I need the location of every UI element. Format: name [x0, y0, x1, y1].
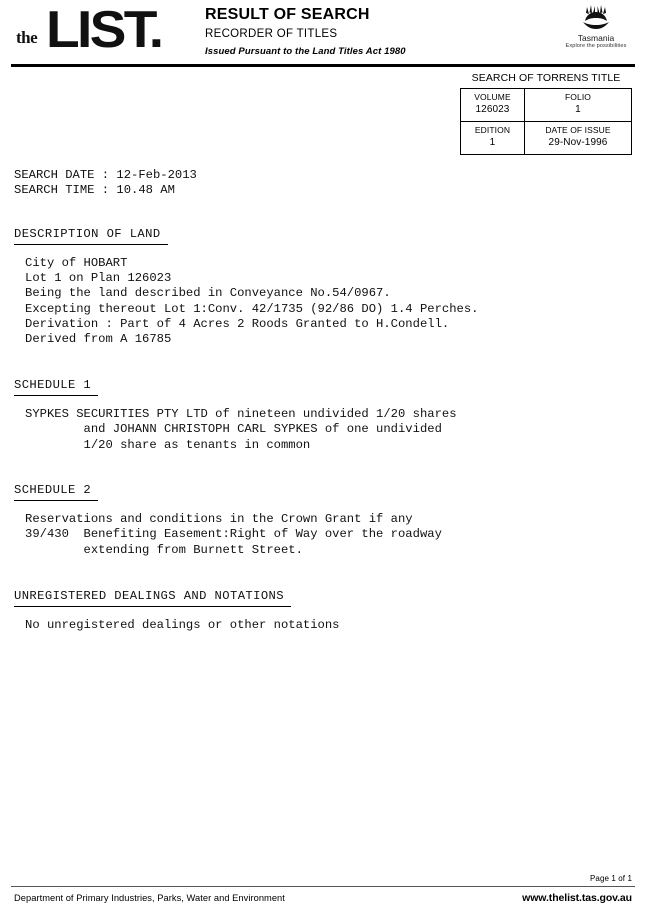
- schedule-1-body: SYPKES SECURITIES PTY LTD of nineteen un…: [25, 406, 457, 452]
- header-divider: [11, 64, 635, 67]
- section-schedule-1: SCHEDULE 1 SYPKES SECURITIES PTY LTD of …: [0, 378, 646, 453]
- search-of-torrens-title-block: SEARCH OF TORRENS TITLE VOLUME 126023 FO…: [460, 72, 632, 155]
- description-of-land-title: DESCRIPTION OF LAND: [14, 227, 168, 245]
- volume-value: 126023: [475, 104, 510, 115]
- unregistered-dealings-title: UNREGISTERED DEALINGS AND NOTATIONS: [14, 589, 291, 608]
- header-title-block: RESULT OF SEARCH RECORDER OF TITLES Issu…: [205, 6, 406, 57]
- footer-divider: [11, 886, 635, 887]
- edition-label: EDITION: [474, 125, 511, 135]
- schedule-2-title: SCHEDULE 2: [14, 483, 99, 502]
- section-description-of-land: DESCRIPTION OF LAND City of HOBART Lot 1…: [0, 227, 646, 348]
- document-header: the LIST. RESULT OF SEARCH RECORDER OF T…: [0, 0, 646, 67]
- logo-list-text: LIST.: [46, 1, 164, 59]
- date-of-issue-label: DATE OF ISSUE: [545, 125, 611, 135]
- description-of-land-body: City of HOBART Lot 1 on Plan 126023 Bein…: [25, 255, 479, 347]
- issued-pursuant-note: Issued Pursuant to the Land Titles Act 1…: [205, 46, 406, 57]
- table-row: EDITION 1 DATE OF ISSUE 29-Nov-1996: [460, 121, 632, 155]
- document-body: SEARCH DATE : 12-Feb-2013 SEARCH TIME : …: [0, 160, 646, 634]
- folio-label: FOLIO: [564, 92, 591, 102]
- department-name: Department of Primary Industries, Parks,…: [14, 893, 285, 903]
- website-url[interactable]: www.thelist.tas.gov.au: [522, 892, 632, 904]
- page-title: RESULT OF SEARCH: [205, 6, 370, 23]
- unregistered-dealings-body: No unregistered dealings or other notati…: [25, 618, 340, 633]
- section-schedule-2: SCHEDULE 2 Reservations and conditions i…: [0, 483, 646, 558]
- date-of-issue-cell: DATE OF ISSUE 29-Nov-1996: [524, 121, 632, 155]
- tasmania-label: Tasmania: [577, 33, 615, 43]
- search-time-line: SEARCH TIME : 10.48 AM: [14, 183, 175, 198]
- volume-label: VOLUME: [474, 92, 511, 102]
- schedule-1-title: SCHEDULE 1: [14, 378, 99, 396]
- folio-cell: FOLIO 1: [524, 88, 632, 122]
- page-subtitle: RECORDER OF TITLES: [205, 28, 338, 40]
- page-number: Page 1 of 1: [589, 874, 632, 883]
- volume-cell: VOLUME 126023: [460, 88, 525, 122]
- schedule-2-body: Reservations and conditions in the Crown…: [25, 512, 442, 557]
- tasmania-emblem-icon: [583, 5, 609, 29]
- edition-value: 1: [489, 137, 496, 148]
- tasmania-tagline: Explore the possibilities: [565, 43, 627, 49]
- folio-value: 1: [575, 104, 581, 115]
- search-date-line: SEARCH DATE : 12-Feb-2013: [14, 168, 197, 182]
- section-unregistered-dealings: UNREGISTERED DEALINGS AND NOTATIONS No u…: [0, 589, 646, 634]
- torrens-heading: SEARCH OF TORRENS TITLE: [471, 72, 621, 84]
- date-of-issue-value: 29-Nov-1996: [548, 137, 608, 148]
- edition-cell: EDITION 1: [460, 121, 525, 155]
- table-row: VOLUME 126023 FOLIO 1: [460, 88, 632, 122]
- logo-the-text: the: [16, 28, 38, 47]
- torrens-title-table: VOLUME 126023 FOLIO 1 EDITION 1 DATE OF …: [460, 88, 632, 155]
- tasmania-government-logo: Tasmania Explore the possibilities: [556, 4, 636, 50]
- the-list-logo: the LIST.: [12, 1, 192, 60]
